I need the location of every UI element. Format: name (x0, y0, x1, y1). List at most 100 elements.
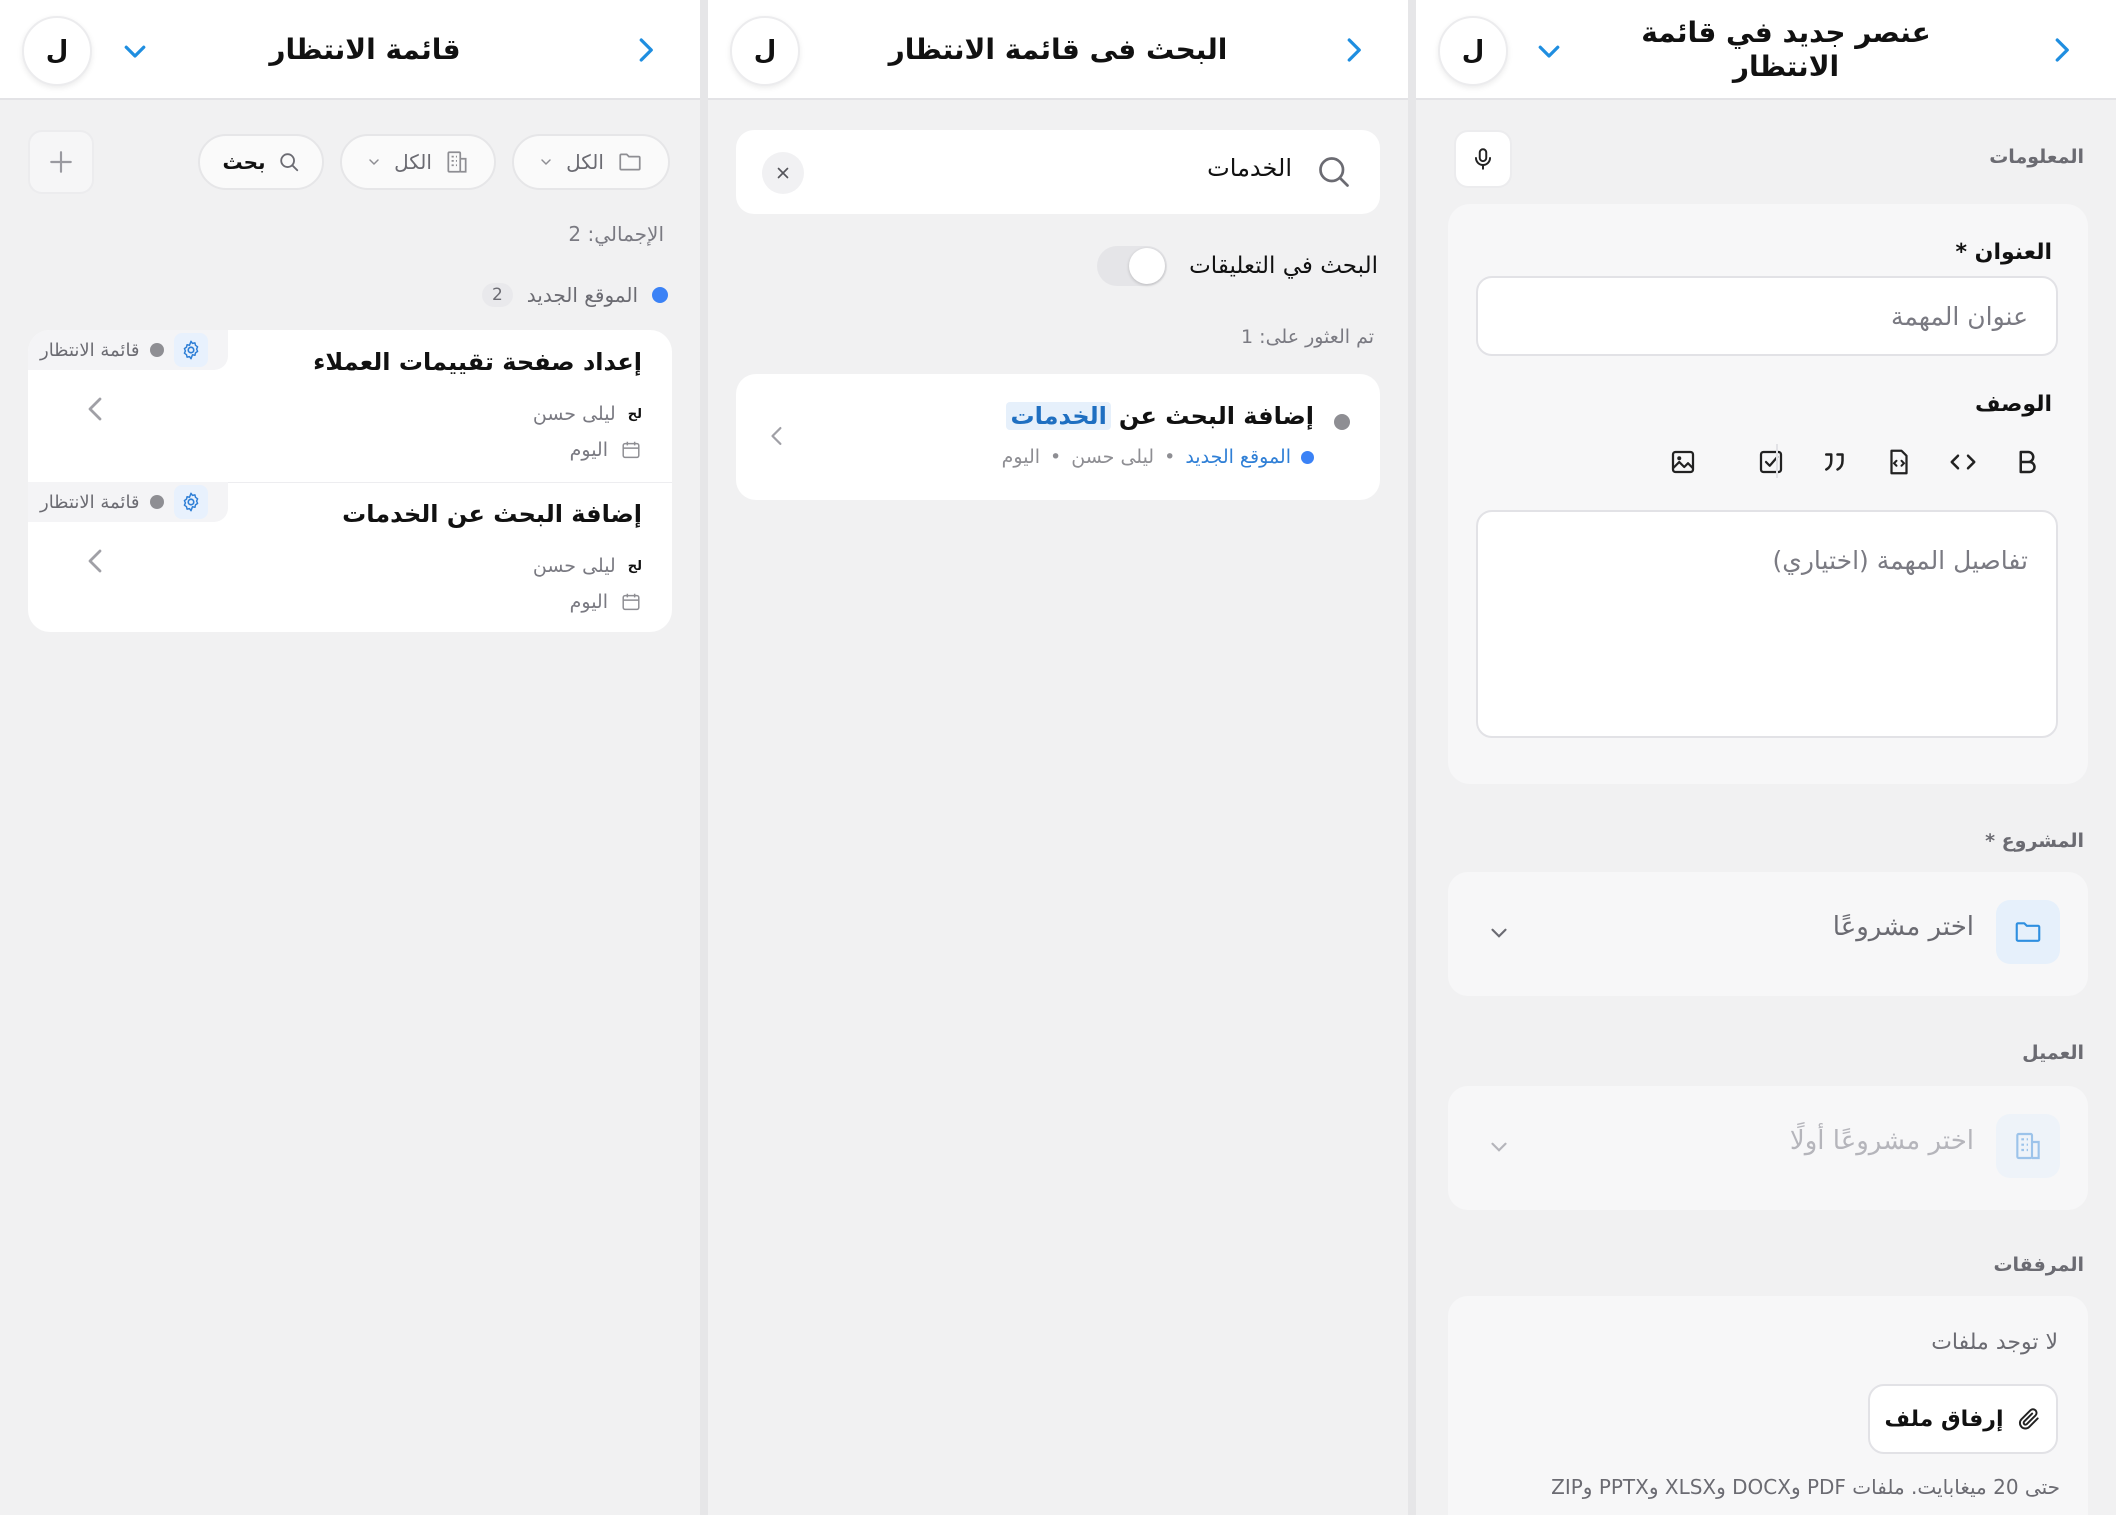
list-item[interactable]: قائمة الانتظار إضافة البحث عن الخدمات لح… (28, 482, 672, 632)
building-icon (447, 151, 467, 173)
results-count: تم العثور على: 1 (1241, 326, 1374, 348)
attachments-section-label: المرفقات (1993, 1254, 2084, 1276)
avatar[interactable]: ل (730, 16, 800, 86)
project-dot-icon (652, 287, 668, 303)
result-project: الموقع الجديد (1185, 446, 1291, 468)
title-placeholder: عنوان المهمة (1890, 302, 2028, 331)
queue-header: ل قائمة الانتظار (0, 0, 700, 100)
search-input[interactable]: الخدمات (736, 130, 1380, 214)
chevron-right-icon[interactable] (2046, 34, 2076, 66)
info-section-label: المعلومات (1989, 146, 2084, 168)
page-title: قائمة الانتظار (269, 33, 461, 66)
chevron-right-icon[interactable] (630, 34, 660, 66)
add-button[interactable] (28, 130, 94, 194)
avatar[interactable]: ل (1438, 16, 1508, 86)
separator-dot: • (1164, 446, 1176, 468)
assignee-line: لح ليلى حسن (533, 400, 642, 428)
chevron-down-icon (1491, 1142, 1507, 1152)
date-line: اليوم (570, 588, 642, 616)
chevron-right-icon[interactable] (1338, 34, 1368, 66)
client-select[interactable]: اختر مشروعًا أولًا (1448, 1086, 2088, 1210)
page-title-line1: عنصر جديد في قائمة (1641, 16, 1931, 49)
voice-input-button[interactable] (1454, 130, 1512, 188)
title-field[interactable]: عنوان المهمة (1476, 276, 2058, 356)
project-filter-label: الكل (566, 150, 604, 174)
search-query: الخدمات (1207, 154, 1292, 182)
calendar-icon (622, 593, 640, 611)
search-header: ل البحث فى قائمة الانتظار (708, 0, 1408, 100)
assignee-initials-icon: لح (627, 558, 642, 574)
project-filter[interactable]: الكل (512, 134, 670, 190)
bold-icon[interactable] (2012, 447, 2042, 477)
clear-search-button[interactable] (762, 152, 804, 194)
client-placeholder: اختر مشروعًا أولًا (1789, 1126, 1974, 1156)
folder-icon (1996, 900, 2060, 964)
code-icon[interactable] (1948, 447, 1978, 477)
gear-icon[interactable] (173, 485, 208, 519)
project-select[interactable]: اختر مشروعًا (1448, 872, 2088, 996)
search-icon (279, 153, 298, 172)
search-panel: ل البحث فى قائمة الانتظار الخدمات البحث … (708, 0, 1408, 1515)
status-badge: قائمة الانتظار (28, 330, 228, 370)
client-filter-label: الكل (394, 150, 432, 174)
client-section-label: العميل (2022, 1042, 2084, 1064)
page-title: البحث فى قائمة الانتظار (888, 33, 1228, 66)
panel-separator (700, 0, 708, 1515)
title-field-label: العنوان * (1955, 240, 2052, 265)
description-field[interactable]: تفاصيل المهمة (اختياري) (1476, 510, 2058, 738)
search-chip[interactable]: بحث (198, 134, 324, 190)
project-section-label: المشروع * (1985, 830, 2084, 852)
attach-file-button[interactable]: إرفاق ملف (1868, 1384, 2058, 1454)
toolbar-divider (1776, 444, 1778, 478)
panel-separator (1408, 0, 1416, 1515)
status-dot-icon (149, 495, 164, 509)
plus-icon (50, 151, 72, 173)
chevron-down-icon (541, 159, 551, 166)
page-title-line2: الانتظار (1732, 50, 1840, 83)
chevron-left-icon (88, 549, 102, 573)
status-dot-icon (1334, 414, 1350, 430)
group-header[interactable]: الموقع الجديد 2 (481, 280, 668, 310)
chevron-left-icon (771, 427, 782, 445)
chevron-left-icon (88, 397, 102, 421)
group-count-badge: 2 (481, 283, 513, 307)
list-item[interactable]: قائمة الانتظار إعداد صفحة تقييمات العملا… (28, 330, 672, 483)
search-comments-toggle[interactable] (1097, 246, 1168, 286)
editor-toolbar (1476, 432, 2058, 492)
search-result[interactable]: إضافة البحث عن الخدمات الموقع الجديد • ل… (736, 374, 1380, 500)
page-title: عنصر جديد في قائمة الانتظار (1576, 0, 1996, 100)
task-title: إعداد صفحة تقييمات العملاء (313, 348, 642, 376)
microphone-icon (1474, 148, 1492, 170)
assignee-name: ليلى حسن (532, 555, 616, 577)
description-label: الوصف (1974, 392, 2052, 417)
chevron-down-icon[interactable] (120, 36, 150, 66)
paperclip-icon (2018, 1408, 2039, 1430)
task-list: قائمة الانتظار إعداد صفحة تقييمات العملا… (28, 330, 672, 632)
search-chip-label: بحث (222, 150, 266, 174)
task-title: إضافة البحث عن الخدمات (342, 500, 642, 528)
checkbox-icon[interactable] (1756, 447, 1786, 477)
client-filter[interactable]: الكل (340, 134, 496, 190)
image-icon[interactable] (1668, 447, 1698, 477)
result-meta: الموقع الجديد • ليلى حسن • اليوم (1002, 446, 1314, 468)
search-icon (1319, 157, 1349, 187)
avatar[interactable]: ل (22, 16, 92, 86)
assignee-line: لح ليلى حسن (533, 552, 642, 580)
result-assignee: ليلى حسن (1071, 446, 1155, 468)
assignee-initials-icon: لح (627, 406, 642, 422)
info-form: العنوان * عنوان المهمة الوصف تفاصيل المه… (1448, 204, 2088, 784)
quote-icon[interactable] (1820, 447, 1850, 477)
new-item-header: ل عنصر جديد في قائمة الانتظار (1416, 0, 2116, 100)
project-placeholder: اختر مشروعًا (1832, 912, 1974, 942)
code-file-icon[interactable] (1884, 447, 1914, 477)
calendar-icon (622, 441, 640, 459)
project-dot-icon (1301, 450, 1314, 464)
result-date: اليوم (1001, 446, 1041, 468)
building-icon (1996, 1114, 2060, 1178)
gear-icon[interactable] (173, 333, 208, 367)
file-hint: حتى 20 ميغابايت. ملفات PDF وDOCX وXLSX و… (1551, 1475, 2060, 1499)
chevron-down-icon[interactable] (1534, 36, 1564, 66)
result-title-prefix: إضافة البحث عن (1118, 402, 1314, 430)
assignee-name: ليلى حسن (532, 403, 616, 425)
description-placeholder: تفاصيل المهمة (اختياري) (1772, 546, 2028, 575)
